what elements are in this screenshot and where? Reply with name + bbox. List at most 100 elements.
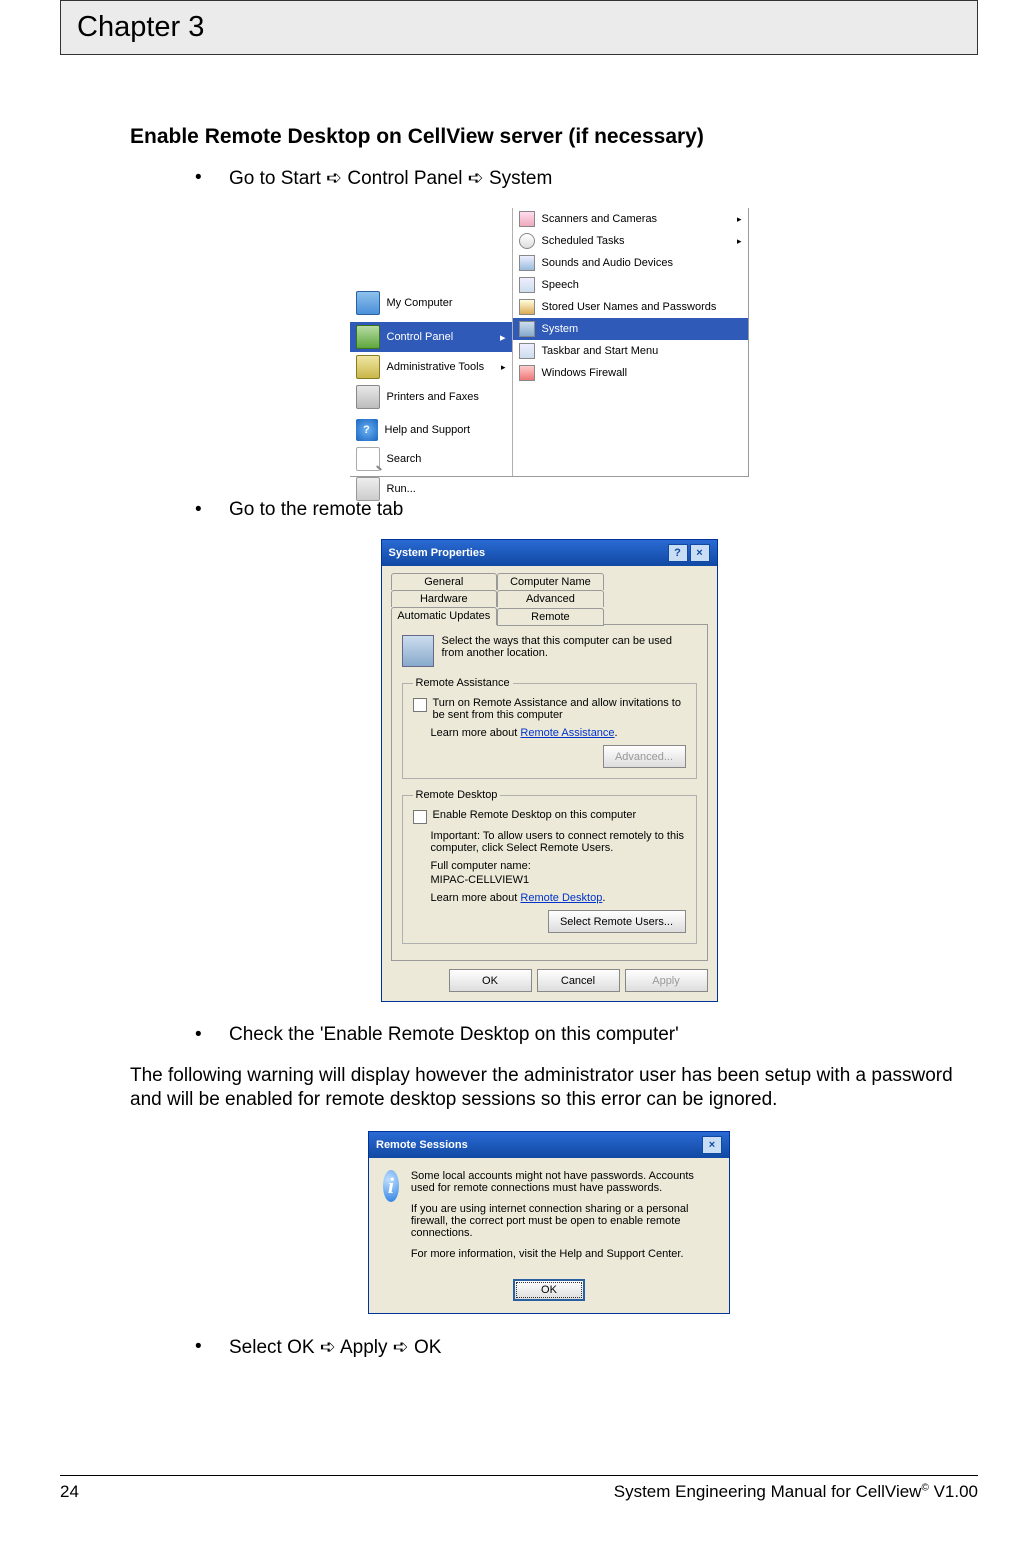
remote-icon [402, 635, 434, 667]
arrow-icon: ➪ [468, 168, 484, 189]
chevron-right-icon: ▸ [501, 362, 506, 373]
screenshot-system-properties: System Properties ? × General Computer N… [381, 539, 718, 1002]
close-button[interactable]: × [690, 544, 710, 562]
bullet-4: Select OK ➪ Apply ➪ OK [195, 1336, 968, 1359]
rd-learn: Learn more about Remote Desktop. [431, 892, 686, 904]
close-button[interactable]: × [702, 1136, 722, 1154]
ra-checkbox-row[interactable]: Turn on Remote Assistance and allow invi… [413, 697, 686, 721]
clock-icon [519, 233, 535, 249]
tab-hardware[interactable]: Hardware [391, 590, 498, 607]
sub-item-taskbar[interactable]: Taskbar and Start Menu [513, 340, 748, 362]
system-icon [519, 321, 535, 337]
sub-item-firewall[interactable]: Windows Firewall [513, 362, 748, 384]
dialog-title: Remote Sessions [376, 1139, 468, 1151]
page-footer: 24 System Engineering Manual for CellVie… [60, 1475, 978, 1502]
speech-icon [519, 277, 535, 293]
text: For more information, visit the Help and… [411, 1248, 715, 1260]
taskbar-icon [519, 343, 535, 359]
label: Control Panel [387, 331, 454, 343]
tab-general[interactable]: General [391, 573, 498, 590]
ok-button[interactable]: OK [449, 969, 532, 992]
label: Scheduled Tasks [542, 235, 625, 247]
rd-link[interactable]: Remote Desktop [520, 892, 602, 904]
dialog-titlebar: System Properties ? × [382, 540, 717, 566]
menu-item-my-computer[interactable]: My Computer [350, 288, 512, 318]
text: If you are using internet connection sha… [411, 1203, 715, 1239]
rd-fullname-label: Full computer name: [431, 860, 686, 872]
message-body: Some local accounts might not have passw… [411, 1170, 715, 1269]
menu-item-admin-tools[interactable]: Administrative Tools ▸ [350, 352, 512, 382]
menu-item-control-panel[interactable]: Control Panel ▸ [350, 322, 512, 352]
chapter-title: Chapter 3 [77, 11, 204, 43]
text: Learn more about [431, 892, 521, 904]
chevron-right-icon: ▸ [737, 214, 742, 225]
screenshot-start-menu: My Computer Control Panel ▸ Administrativ… [350, 208, 749, 477]
legend: Remote Desktop [413, 789, 501, 801]
select-remote-users-button[interactable]: Select Remote Users... [548, 910, 686, 933]
arrow-icon: ➪ [326, 168, 342, 189]
printer-icon [356, 385, 380, 409]
tab-strip: General Computer Name Hardware Advanced … [391, 572, 708, 624]
label: Windows Firewall [542, 367, 628, 379]
label: Speech [542, 279, 579, 291]
label: System [542, 323, 579, 335]
remote-desktop-group: Remote Desktop Enable Remote Desktop on … [402, 789, 697, 944]
label: Stored User Names and Passwords [542, 301, 717, 313]
rd-checkbox-row[interactable]: Enable Remote Desktop on this computer [413, 809, 686, 824]
sub-item-system[interactable]: System [513, 318, 748, 340]
sub-item-scanners[interactable]: Scanners and Cameras▸ [513, 208, 748, 230]
tab-computer-name[interactable]: Computer Name [497, 573, 604, 590]
sub-item-speech[interactable]: Speech [513, 274, 748, 296]
text: Some local accounts might not have passw… [411, 1170, 715, 1194]
apply-button[interactable]: Apply [625, 969, 708, 992]
dialog-title: System Properties [389, 547, 486, 559]
arrow-icon: ➪ [320, 1337, 336, 1358]
info-icon: i [383, 1170, 399, 1202]
text: Select OK [229, 1337, 320, 1358]
text: OK [409, 1337, 442, 1358]
arrow-icon: ➪ [393, 1337, 409, 1358]
dialog-titlebar: Remote Sessions × [369, 1132, 729, 1158]
tools-icon [356, 355, 380, 379]
cancel-button[interactable]: Cancel [537, 969, 620, 992]
page-number: 24 [60, 1482, 79, 1502]
label: Administrative Tools [387, 361, 485, 373]
chevron-right-icon: ▸ [737, 236, 742, 247]
text: System [484, 168, 553, 189]
camera-icon [519, 211, 535, 227]
text: Apply [336, 1337, 393, 1358]
ra-link[interactable]: Remote Assistance [520, 727, 614, 739]
speaker-icon [519, 255, 535, 271]
label: Search [387, 453, 422, 465]
copyright-icon: © [921, 1482, 928, 1493]
help-button[interactable]: ? [668, 544, 688, 562]
label: Taskbar and Start Menu [542, 345, 659, 357]
ok-button[interactable]: OK [513, 1279, 585, 1301]
text: V1.00 [929, 1482, 978, 1501]
tab-page-remote: Select the ways that this computer can b… [391, 624, 708, 961]
tab-remote[interactable]: Remote [497, 608, 604, 626]
menu-item-printers[interactable]: Printers and Faxes [350, 382, 512, 412]
sub-item-tasks[interactable]: Scheduled Tasks ▸ [513, 230, 748, 252]
menu-item-help[interactable]: ?Help and Support [350, 416, 512, 444]
checkbox-icon[interactable] [413, 698, 427, 712]
warning-paragraph: The following warning will display howev… [130, 1064, 968, 1113]
screenshot-remote-sessions-warning: Remote Sessions × i Some local accounts … [368, 1131, 730, 1314]
text: System Engineering Manual for CellView [614, 1482, 922, 1501]
tab-automatic-updates[interactable]: Automatic Updates [391, 607, 498, 625]
sub-item-stored[interactable]: Stored User Names and Passwords [513, 296, 748, 318]
label: Sounds and Audio Devices [542, 257, 673, 269]
start-left-panel: My Computer Control Panel ▸ Administrativ… [350, 208, 513, 476]
chevron-right-icon: ▸ [500, 331, 506, 344]
tab-advanced[interactable]: Advanced [497, 590, 604, 607]
sub-item-sounds[interactable]: Sounds and Audio Devices [513, 252, 748, 274]
advanced-button[interactable]: Advanced... [603, 745, 686, 768]
start-right-panel: Scanners and Cameras▸ Scheduled Tasks ▸ S… [513, 208, 748, 476]
checkbox-icon[interactable] [413, 810, 427, 824]
label: Help and Support [385, 424, 471, 436]
menu-item-search[interactable]: Search [350, 444, 512, 474]
legend: Remote Assistance [413, 677, 513, 689]
key-icon [519, 299, 535, 315]
footer-title: System Engineering Manual for CellView© … [614, 1482, 978, 1502]
label: Run... [387, 483, 416, 495]
